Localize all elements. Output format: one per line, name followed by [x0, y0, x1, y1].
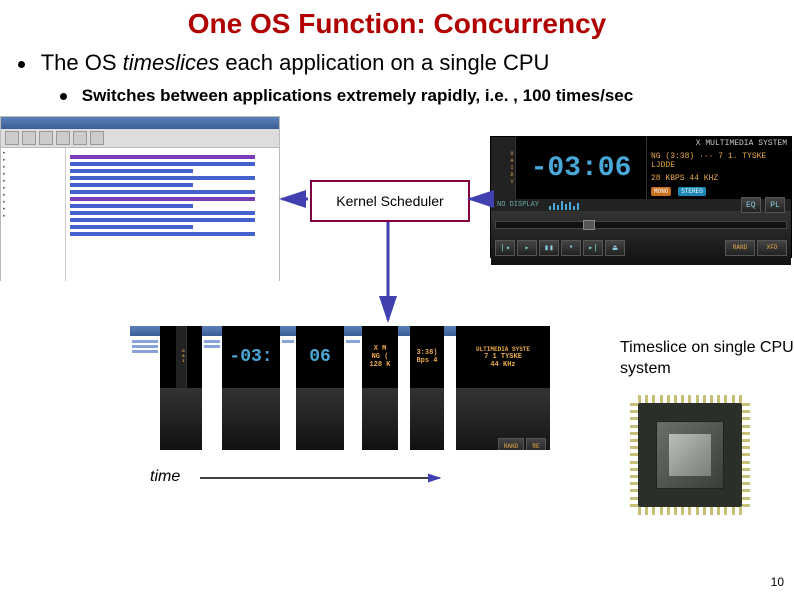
- time-axis-label: time: [150, 468, 180, 486]
- rate-fragment: 128 K: [369, 361, 390, 369]
- rate-fragment: Bps 4: [416, 357, 437, 365]
- player-time-display: -03:06: [516, 137, 647, 199]
- player-bitrate: 28 KBPS 44 KHZ: [651, 174, 787, 183]
- timeslice-player: 06: [296, 326, 344, 450]
- timeslice-browser: [398, 326, 410, 450]
- cpu-chip-icon: [630, 395, 750, 515]
- timeslice-browser: [130, 326, 160, 450]
- window-body: [1, 148, 279, 281]
- brand-fragment: X M: [374, 345, 387, 353]
- kernel-scheduler-box: Kernel Scheduler: [310, 180, 470, 222]
- toolbar-button: [90, 131, 104, 145]
- window-titlebar: [1, 117, 279, 129]
- timeslice-player: X M NG ( 128 K: [362, 326, 398, 450]
- brand-fragment: ULTIMEDIA SYSTE: [476, 346, 530, 353]
- player-track-info: NG (3:38) ··· 7 1. TYSKE LJDDE: [651, 152, 787, 170]
- timeslice-browser: [202, 326, 222, 450]
- timeslice-player: 3:38) Bps 4: [410, 326, 444, 450]
- seek-slider: [495, 221, 787, 229]
- bullet-level-1: The OS timeslices each application on a …: [18, 50, 549, 76]
- eq-button: EQ: [741, 197, 761, 213]
- track-fragment: NG (: [372, 353, 389, 361]
- track-fragment: 3:38): [416, 349, 437, 357]
- time-fragment: 06: [309, 347, 331, 367]
- bullet-dot-icon: [60, 93, 67, 100]
- toolbar-button: [73, 131, 87, 145]
- timeslice-player: -03:: [222, 326, 280, 450]
- timeslice-browser: [280, 326, 296, 450]
- app-window-media-player: OAIDV -03:06 X MULTIMEDIA SYSTEM NG (3:3…: [490, 136, 792, 258]
- bullet1-text-post: each application on a single CPU: [219, 50, 549, 75]
- player-brand: X MULTIMEDIA SYSTEM: [651, 139, 787, 148]
- eject-button: ⏏: [605, 240, 625, 256]
- stop-button: ▪: [561, 240, 581, 256]
- time-fragment: -03:: [229, 347, 272, 367]
- player-side-label: OAIDV: [491, 137, 516, 199]
- slide-title: One OS Function: Concurrency: [0, 8, 794, 40]
- next-button: ▸|: [583, 240, 603, 256]
- toolbar-button: [5, 131, 19, 145]
- toolbar-button: [39, 131, 53, 145]
- sidebar-tree: [1, 148, 66, 281]
- mono-badge: MONO: [651, 187, 671, 196]
- track-fragment: 7 1 TYSKE: [484, 353, 522, 361]
- timeslice-player: ULTIMEDIA SYSTE 7 1 TYSKE 44 KHz RAND RE: [456, 326, 550, 450]
- pause-button: ▮▮: [539, 240, 559, 256]
- rand-fragment: RAND: [498, 438, 524, 450]
- bullet1-text-em: timeslices: [123, 50, 220, 75]
- timeslice-strip: OAI -03: 06 X M NG ( 128 K: [130, 326, 550, 450]
- rate-fragment: 44 KHz: [490, 361, 515, 369]
- page-number: 10: [771, 575, 784, 589]
- bullet-dot-icon: [18, 61, 25, 68]
- window-content: [66, 148, 279, 281]
- bullet1-text-pre: The OS: [41, 50, 123, 75]
- stereo-badge: STEREO: [678, 187, 706, 196]
- toolbar-button: [22, 131, 36, 145]
- timeslice-caption: Timeslice on single CPU system: [620, 338, 794, 380]
- rand-button: RAND: [725, 240, 755, 256]
- equalizer-icon: [549, 200, 579, 210]
- bullet2-text: Switches between applications extremely …: [82, 86, 633, 105]
- toolbar-button: [56, 131, 70, 145]
- timeslice-player: OAI: [160, 326, 202, 450]
- app-window-browser: [0, 116, 280, 281]
- timeslice-browser: [344, 326, 362, 450]
- timeslice-browser: [444, 326, 456, 450]
- prev-button: |◂: [495, 240, 515, 256]
- player-side-label: OAI: [176, 326, 187, 388]
- play-button: ▸: [517, 240, 537, 256]
- no-display-label: NO DISPLAY: [497, 201, 539, 209]
- pl-button: PL: [765, 197, 785, 213]
- re-fragment: RE: [526, 438, 546, 450]
- bullet-level-2: Switches between applications extremely …: [60, 86, 633, 106]
- window-toolbar: [1, 129, 279, 148]
- xfd-button: XFD: [757, 240, 787, 256]
